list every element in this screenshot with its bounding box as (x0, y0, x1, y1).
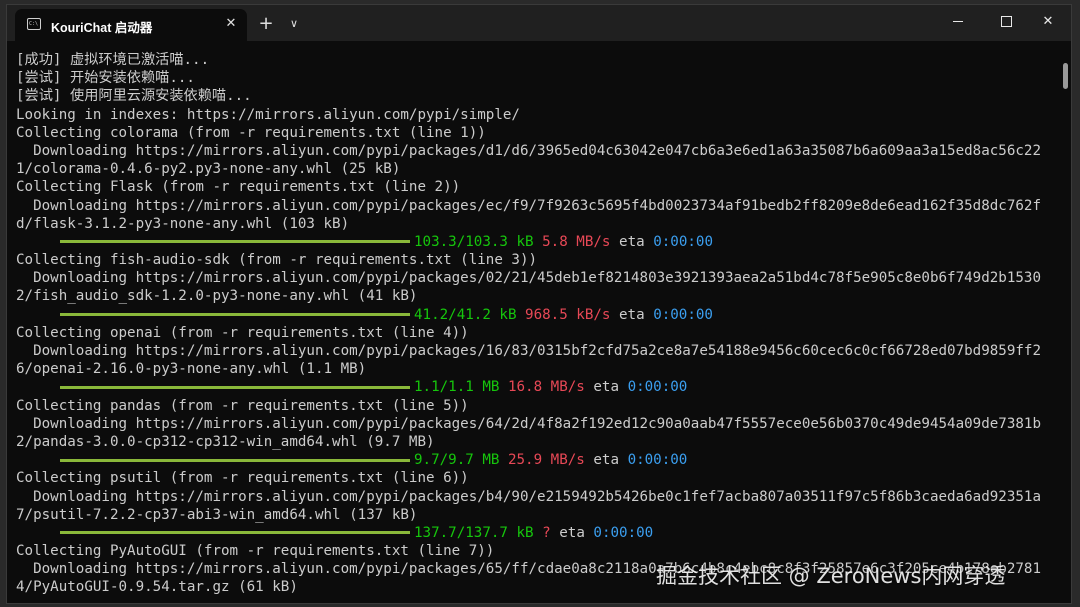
progress-eta: 0:00:00 (627, 379, 688, 396)
new-tab-icon[interactable]: + (255, 13, 277, 35)
progress-eta-label: eta (559, 524, 585, 541)
progress-line: 1.1/1.1 MB 16.8 MB/s eta 0:00:00 (16, 378, 1056, 396)
terminal-icon: C:\ (27, 18, 41, 30)
progress-size: 103.3/103.3 kB (414, 233, 534, 250)
console-line: [成功] 虚拟环境已激活喵... (16, 52, 210, 68)
console-line: [尝试] 使用阿里云源安装依赖喵... (16, 88, 252, 105)
console-line: Collecting pandas (from -r requirements.… (16, 397, 469, 414)
progress-speed: 968.5 kB/s (525, 306, 611, 323)
progress-speed: ? (542, 524, 551, 541)
console-line: 7/psutil-7.2.2-cp37-abi3-win_amd64.whl (… (16, 506, 418, 523)
close-button[interactable]: ✕ (1025, 5, 1071, 39)
console-line: Collecting colorama (from -r requirement… (16, 124, 486, 141)
title-bar: C:\ KouriChat 启动器 ✕ + ∨ ✕ (7, 5, 1071, 41)
progress-line: 103.3/103.3 kB 5.8 MB/s eta 0:00:00 (16, 233, 1056, 251)
progress-eta-label: eta (619, 233, 645, 250)
scrollbar-thumb[interactable] (1063, 63, 1068, 89)
progress-eta-label: eta (593, 379, 620, 396)
progress-eta: 0:00:00 (653, 306, 713, 323)
progress-line: 9.7/9.7 MB 25.9 MB/s eta 0:00:00 (16, 451, 1056, 469)
progress-bar (60, 531, 410, 535)
console-line: Downloading https://mirrors.aliyun.com/p… (16, 488, 1041, 505)
progress-eta-label: eta (593, 452, 620, 469)
progress-line: 137.7/137.7 kB ? eta 0:00:00 (16, 524, 1056, 542)
tab-title: KouriChat 启动器 (51, 21, 153, 35)
progress-bar (60, 385, 410, 389)
terminal-window: C:\ KouriChat 启动器 ✕ + ∨ ✕ [成功] 虚拟环境已激活喵.… (6, 4, 1072, 604)
console-line: Downloading https://mirrors.aliyun.com/p… (16, 270, 1041, 287)
console-line: Collecting PyAutoGUI (from -r requiremen… (16, 543, 495, 560)
progress-eta: 0:00:00 (627, 452, 688, 469)
console-line: Collecting psutil (from -r requirements.… (16, 470, 469, 487)
chevron-down-icon[interactable]: ∨ (283, 13, 305, 35)
progress-speed: 25.9 MB/s (507, 452, 585, 469)
console-line: Downloading https://mirrors.aliyun.com/p… (16, 197, 1041, 214)
console-line: d/flask-3.1.2-py3-none-any.whl (103 kB) (16, 215, 350, 232)
progress-eta: 0:00:00 (593, 524, 654, 541)
console-line: Collecting openai (from -r requirements.… (16, 324, 469, 341)
progress-eta-label: eta (619, 306, 645, 323)
console-line: Downloading https://mirrors.aliyun.com/p… (16, 415, 1041, 432)
progress-speed: 16.8 MB/s (507, 379, 585, 396)
tab-close-icon[interactable]: ✕ (221, 14, 241, 34)
console-line: Collecting fish-audio-sdk (from -r requi… (16, 252, 538, 269)
minimize-icon (953, 21, 963, 22)
console-line: Looking in indexes: https://mirrors.aliy… (16, 106, 520, 123)
progress-eta: 0:00:00 (653, 233, 713, 250)
progress-size: 137.7/137.7 kB (414, 524, 534, 541)
progress-bar (60, 313, 410, 317)
console-line: Downloading https://mirrors.aliyun.com/p… (16, 142, 1041, 159)
minimize-button[interactable] (935, 5, 981, 39)
progress-speed: 5.8 MB/s (542, 233, 611, 250)
progress-bar (60, 240, 410, 244)
console-line: Collecting Flask (from -r requirements.t… (16, 179, 461, 196)
console-line: Downloading https://mirrors.aliyun.com/p… (16, 343, 1041, 359)
maximize-icon (1000, 16, 1012, 27)
progress-size: 41.2/41.2 kB (414, 306, 517, 323)
watermark: 掘金技术社区 @ ZeroNews内网穿透 (656, 564, 1006, 588)
scrollbar[interactable] (1063, 57, 1068, 597)
console-line: 2/pandas-3.0.0-cp312-cp312-win_amd64.whl… (16, 433, 435, 450)
console-line: 1/colorama-0.4.6-py2.py3-none-any.whl (2… (16, 161, 401, 178)
console-line: 2/fish_audio_sdk-1.2.0-py3-none-any.whl … (16, 288, 418, 305)
progress-size: 1.1/1.1 MB (414, 379, 500, 396)
progress-size: 9.7/9.7 MB (414, 452, 500, 469)
progress-bar (60, 458, 410, 462)
tab-kourichat[interactable]: C:\ KouriChat 启动器 ✕ (15, 9, 247, 41)
maximize-button[interactable] (983, 5, 1029, 39)
progress-line: 41.2/41.2 kB 968.5 kB/s eta 0:00:00 (16, 306, 1056, 324)
console-line: 6/openai-2.16.0-py3-none-any.whl (1.1 MB… (16, 361, 367, 378)
console-output[interactable]: [成功] 虚拟环境已激活喵... [尝试] 开始安装依赖喵... [尝试] 使用阿里… (16, 51, 1056, 601)
console-line: [尝试] 开始安装依赖喵... (16, 70, 195, 87)
